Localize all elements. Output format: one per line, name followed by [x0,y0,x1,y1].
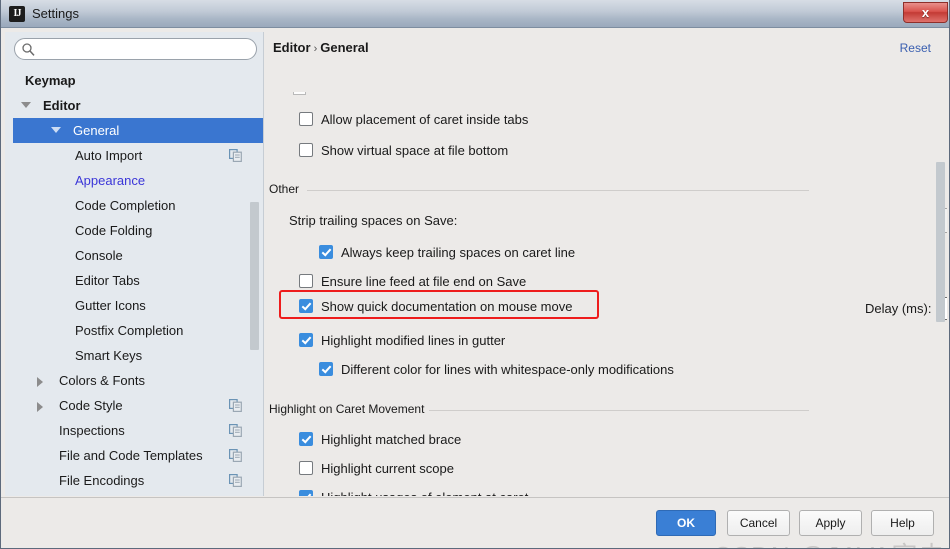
group-divider [429,410,809,411]
settings-sidebar: Keymap Editor General Auto Import Appearance… [5,32,264,496]
dialog-content: Keymap Editor General Auto Import Appearance… [1,28,949,548]
checkbox-label: Show virtual space at file bottom [321,143,509,158]
sidebar-item-inspections[interactable]: Inspections [13,418,263,443]
sidebar-item-editor[interactable]: Editor [13,93,263,118]
sidebar-item-label: Code Completion [75,198,176,213]
sidebar-item-console[interactable]: Console [13,243,263,268]
checkbox-label: Always keep trailing spaces on caret lin… [341,245,576,260]
sidebar-item-label: Keymap [25,73,76,88]
ok-button[interactable]: OK [656,510,716,536]
settings-window: IJ Settings x Keymap Editor General Auto Im… [0,0,950,549]
cancel-button[interactable]: Cancel [727,510,790,536]
checkbox-unchecked-icon[interactable] [299,461,313,475]
group-header-label: Other [269,182,300,196]
group-divider [307,190,809,191]
checkbox-label: Highlight modified lines in gutter [321,333,506,348]
search-input[interactable] [39,41,253,60]
group-header-label: Highlight on Caret Movement [269,402,425,416]
sidebar-item-code-style[interactable]: Code Style [13,393,263,418]
sidebar-item-label: Code Folding [75,223,153,238]
sidebar-scrollbar-thumb[interactable] [250,202,259,350]
breadcrumb-root[interactable]: Editor [273,40,311,55]
breadcrumb-leaf: General [320,40,369,55]
sidebar-item-colors-fonts[interactable]: Colors & Fonts [13,368,263,393]
settings-tree[interactable]: Keymap Editor General Auto Import Appearance… [5,68,263,496]
copy-icon [229,449,242,462]
search-icon [22,43,35,56]
sidebar-item-label: Appearance [75,173,146,188]
checkbox-label: Different color for lines with whitespac… [341,362,674,377]
sidebar-item-label: Editor Tabs [75,273,140,288]
sidebar-item-code-folding[interactable]: Code Folding [13,218,263,243]
checkbox-unchecked-icon[interactable] [299,143,313,157]
sidebar-item-label: Inspections [59,423,125,438]
sidebar-item-label: Smart Keys [75,348,143,363]
reset-link[interactable]: Reset [900,41,931,55]
checkbox-checked-icon[interactable] [299,490,313,496]
checkbox-unchecked-icon[interactable] [299,274,313,288]
search-box[interactable] [14,38,257,60]
checkbox-label: Highlight current scope [321,461,454,476]
checkbox-unchecked-icon[interactable] [299,112,313,126]
sidebar-item-file-encodings[interactable]: File Encodings [13,468,263,493]
sidebar-item-editor-tabs[interactable]: Editor Tabs [13,268,263,293]
clipped-checkbox-fragment [293,92,306,95]
sidebar-item-keymap[interactable]: Keymap [13,68,263,93]
breadcrumb: Editor › General [273,40,369,55]
sidebar-item-postfix-completion[interactable]: Postfix Completion [13,318,263,343]
sidebar-item-label: Auto Import [75,148,143,163]
sidebar-item-label: Console [75,248,123,263]
sidebar-item-appearance[interactable]: Appearance [13,168,263,193]
sidebar-item-label: Editor [43,98,81,113]
checkbox-label: Highlight matched brace [321,432,462,447]
group-header-other: Other [269,182,809,198]
copy-icon [229,474,242,487]
copy-icon [229,399,242,412]
chevron-right-icon[interactable] [37,377,43,387]
checkbox-checked-icon[interactable] [299,333,313,347]
strip-trailing-spaces-label: Strip trailing spaces on Save: [289,213,458,228]
settings-detail-pane: Editor › General Reset Allow placement of … [265,32,947,496]
scrolled-clipped-row [293,92,493,98]
checkbox-checked-icon[interactable] [319,245,333,259]
chevron-right-icon[interactable] [37,402,43,412]
dialog-button-bar: OK Cancel Apply Help [1,497,949,548]
sidebar-item-code-completion[interactable]: Code Completion [13,193,263,218]
sidebar-item-label: Colors & Fonts [59,373,145,388]
checkbox-checked-icon[interactable] [299,432,313,446]
chevron-down-icon[interactable] [51,127,61,133]
copy-icon [229,149,242,162]
sidebar-item-label: General [73,123,120,138]
sidebar-item-general[interactable]: General [13,118,263,143]
close-icon[interactable]: x [903,2,948,23]
breadcrumb-separator: › [313,43,318,55]
annotation-highlight-box [279,290,599,319]
copy-icon [229,424,242,437]
app-icon: IJ [9,6,25,22]
sidebar-item-label: Postfix Completion [75,323,184,338]
window-title: Settings [32,6,79,21]
title-bar: IJ Settings x [1,0,949,28]
chevron-down-icon[interactable] [21,102,31,108]
help-button[interactable]: Help [871,510,934,536]
checkbox-label: Ensure line feed at file end on Save [321,274,527,289]
sidebar-item-gutter-icons[interactable]: Gutter Icons [13,293,263,318]
sidebar-item-auto-import[interactable]: Auto Import [13,143,263,168]
sidebar-item-label: File Encodings [59,473,145,488]
checkbox-checked-icon[interactable] [319,362,333,376]
sidebar-item-label: File and Code Templates [59,448,203,463]
checkbox-label: Highlight usages of element at caret [321,488,528,496]
group-header-highlight-on-caret-movement: Highlight on Caret Movement [269,402,809,418]
sidebar-item-label: Gutter Icons [75,298,146,313]
apply-button[interactable]: Apply [799,510,862,536]
sidebar-item-file-and-code-templates[interactable]: File and Code Templates [13,443,263,468]
delay-label: Delay (ms): [865,301,932,316]
sidebar-item-smart-keys[interactable]: Smart Keys [13,343,263,368]
detail-scrollbar-thumb[interactable] [936,162,945,322]
sidebar-item-label: Code Style [59,398,123,413]
checkbox-label: Allow placement of caret inside tabs [321,112,529,127]
